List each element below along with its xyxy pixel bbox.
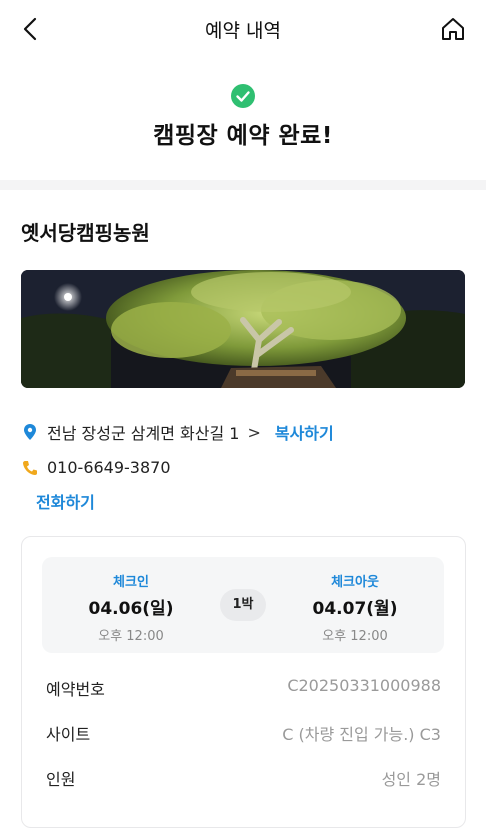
checkout-block: 체크아웃 04.07(월) 오후 12:00 (290, 571, 420, 644)
location-pin-icon (21, 423, 39, 441)
check-circle-icon (231, 84, 255, 108)
home-button[interactable] (438, 14, 468, 44)
checkout-label: 체크아웃 (331, 575, 379, 590)
reservation-number-value: C20250331000988 (287, 676, 441, 695)
chevron-right-icon[interactable]: > (247, 423, 260, 442)
phone-number: 010-6649-3870 (47, 458, 171, 477)
top-header: 예약 내역 (0, 0, 486, 58)
guests-value: 성인 2명 (381, 770, 441, 789)
site-label: 사이트 (46, 725, 91, 744)
checkin-label: 체크인 (113, 575, 149, 590)
checkout-time: 오후 12:00 (322, 629, 388, 644)
campsite-photo (21, 270, 465, 388)
home-icon (442, 18, 464, 40)
reservation-number-row: 예약번호 C20250331000988 (46, 676, 441, 700)
guests-label: 인원 (46, 770, 76, 789)
checkout-date: 04.07(월) (312, 599, 398, 619)
checkin-block: 체크인 04.06(일) 오후 12:00 (66, 571, 196, 644)
copy-address-button[interactable]: 복사하기 (275, 420, 334, 444)
site-row: 사이트 C (차량 진입 가능.) C3 (46, 721, 441, 745)
phone-icon (21, 459, 39, 477)
page-title: 예약 내역 (205, 20, 281, 42)
checkin-time: 오후 12:00 (98, 629, 164, 644)
phone-row: 010-6649-3870 (21, 458, 171, 477)
reservation-number-label: 예약번호 (46, 680, 105, 699)
nights-badge: 1박 (220, 589, 266, 621)
campsite-name: 옛서당캠핑농원 (21, 221, 150, 245)
reservation-complete-section: 캠핑장 예약 완료! (0, 84, 486, 150)
address-row: 전남 장성군 삼계면 화산길 1 > 복사하기 (21, 420, 334, 444)
guests-row: 인원 성인 2명 (46, 766, 441, 790)
complete-message: 캠핑장 예약 완료! (153, 123, 333, 149)
reservation-card: 체크인 04.06(일) 오후 12:00 1박 체크아웃 04.07(월) 오… (21, 536, 466, 828)
section-divider (0, 180, 486, 190)
site-value: C (차량 진입 가능.) C3 (282, 725, 441, 744)
address-text[interactable]: 전남 장성군 삼계면 화산길 1 (47, 420, 239, 444)
stay-dates: 체크인 04.06(일) 오후 12:00 1박 체크아웃 04.07(월) 오… (42, 557, 444, 653)
checkin-date: 04.06(일) (88, 599, 174, 619)
call-button[interactable]: 전화하기 (36, 489, 95, 513)
